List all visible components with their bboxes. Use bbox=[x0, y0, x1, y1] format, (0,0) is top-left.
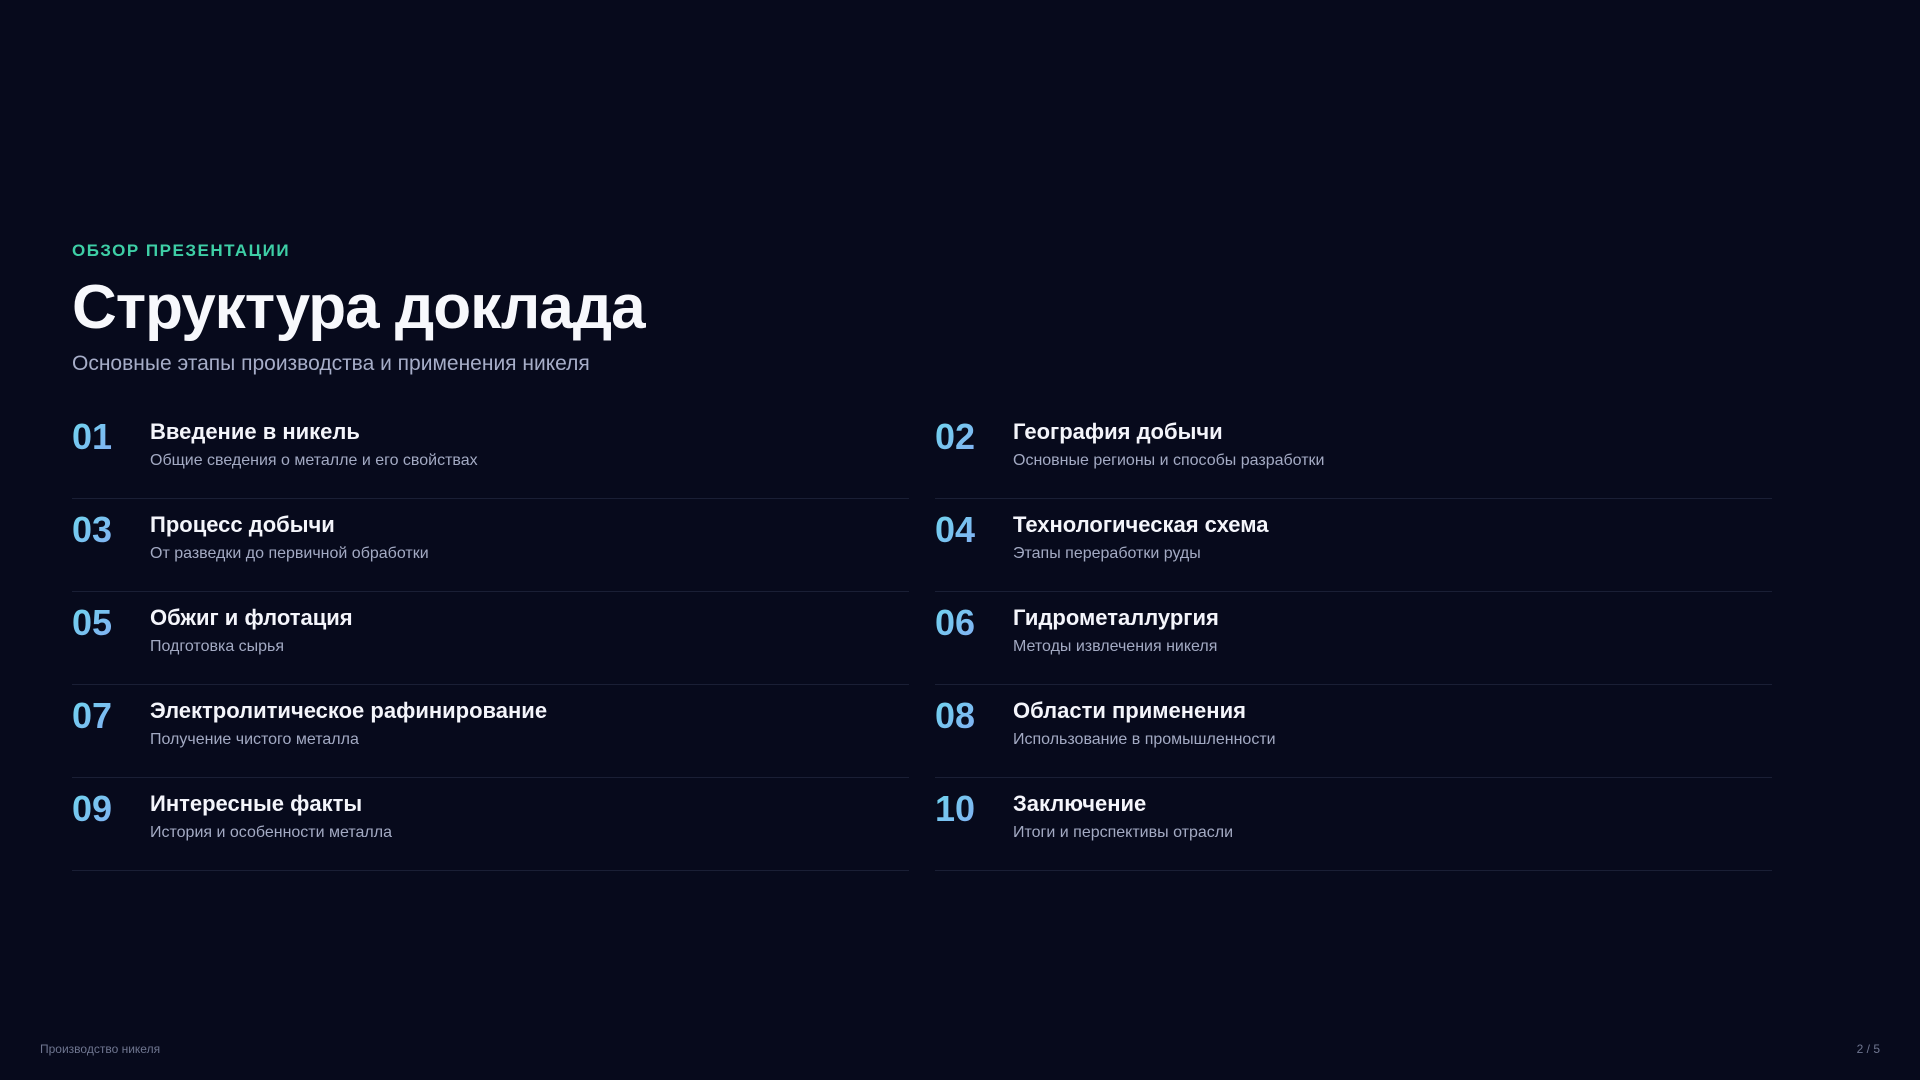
agenda-item: 05 Обжиг и флотация Подготовка сырья bbox=[72, 592, 909, 685]
agenda-item-number: 03 bbox=[72, 509, 150, 551]
page-title: Структура доклада bbox=[72, 273, 646, 342]
agenda-item-title: Гидрометаллургия bbox=[1013, 605, 1219, 630]
agenda-item-title: Технологическая схема bbox=[1013, 512, 1269, 537]
agenda-item: 08 Области применения Использование в пр… bbox=[935, 685, 1772, 778]
agenda-item-number: 04 bbox=[935, 509, 1013, 551]
agenda-item-number: 05 bbox=[72, 602, 150, 644]
agenda-item-number: 08 bbox=[935, 695, 1013, 737]
agenda-item: 02 География добычи Основные регионы и с… bbox=[935, 406, 1772, 499]
agenda-item-title: География добычи bbox=[1013, 419, 1223, 444]
agenda-item-description: Итоги и перспективы отрасли bbox=[1013, 824, 1234, 841]
agenda-item-text: Интересные факты История и особенности м… bbox=[150, 788, 392, 843]
agenda-item-text: Гидрометаллургия Методы извлечения никел… bbox=[1013, 602, 1219, 657]
agenda-item-number: 01 bbox=[72, 416, 150, 458]
agenda-item-description: Методы извлечения никеля bbox=[1013, 638, 1218, 655]
agenda-item: 01 Введение в никель Общие сведения о ме… bbox=[72, 406, 909, 499]
agenda-item-description: Основные регионы и способы разработки bbox=[1013, 452, 1325, 469]
agenda-item: 03 Процесс добычи От разведки до первичн… bbox=[72, 499, 909, 592]
agenda-item-title: Введение в никель bbox=[150, 419, 360, 444]
agenda-item-text: Обжиг и флотация Подготовка сырья bbox=[150, 602, 353, 657]
agenda-item-title: Процесс добычи bbox=[150, 512, 335, 537]
agenda-item-description: Использование в промышленности bbox=[1013, 731, 1276, 748]
agenda-item-description: Подготовка сырья bbox=[150, 638, 285, 655]
agenda-item-text: Введение в никель Общие сведения о метал… bbox=[150, 416, 478, 471]
agenda-item-description: История и особенности металла bbox=[150, 824, 392, 841]
slide: ОБЗОР ПРЕЗЕНТАЦИИ Структура доклада Осно… bbox=[0, 0, 1920, 1080]
footer-page-number: 2 / 5 bbox=[1856, 1042, 1880, 1056]
page-subtitle: Основные этапы производства и применения… bbox=[72, 352, 590, 375]
agenda-item: 09 Интересные факты История и особенност… bbox=[72, 778, 909, 871]
agenda-item: 04 Технологическая схема Этапы переработ… bbox=[935, 499, 1772, 592]
agenda-item-title: Обжиг и флотация bbox=[150, 605, 353, 630]
agenda-item-description: От разведки до первичной обработки bbox=[150, 545, 429, 562]
agenda-item-text: Заключение Итоги и перспективы отрасли bbox=[1013, 788, 1233, 843]
eyebrow-label: ОБЗОР ПРЕЗЕНТАЦИИ bbox=[72, 241, 291, 260]
agenda-item: 06 Гидрометаллургия Методы извлечения ни… bbox=[935, 592, 1772, 685]
agenda-item-text: Процесс добычи От разведки до первичной … bbox=[150, 509, 429, 564]
agenda-item-title: Интересные факты bbox=[150, 791, 363, 816]
agenda-item-number: 07 bbox=[72, 695, 150, 737]
agenda-item-description: Получение чистого металла bbox=[150, 731, 359, 748]
slide-content: ОБЗОР ПРЕЗЕНТАЦИИ Структура доклада Осно… bbox=[72, 240, 1772, 871]
agenda-item-text: География добычи Основные регионы и спос… bbox=[1013, 416, 1324, 471]
agenda-item-title: Электролитическое рафинирование bbox=[150, 698, 548, 723]
footer-presentation-title: Производство никеля bbox=[40, 1042, 161, 1056]
agenda-item-number: 02 bbox=[935, 416, 1013, 458]
agenda-item-title: Заключение bbox=[1013, 791, 1147, 816]
agenda-item: 10 Заключение Итоги и перспективы отрасл… bbox=[935, 778, 1772, 871]
agenda-item-number: 10 bbox=[935, 788, 1013, 830]
agenda-item: 07 Электролитическое рафинирование Получ… bbox=[72, 685, 909, 778]
agenda-item-number: 06 bbox=[935, 602, 1013, 644]
agenda-item-title: Области применения bbox=[1013, 698, 1246, 723]
agenda-item-number: 09 bbox=[72, 788, 150, 830]
agenda-grid: 01 Введение в никель Общие сведения о ме… bbox=[72, 406, 1772, 871]
agenda-item-description: Общие сведения о металле и его свойствах bbox=[150, 452, 478, 469]
agenda-item-text: Электролитическое рафинирование Получени… bbox=[150, 695, 547, 750]
agenda-item-text: Области применения Использование в промы… bbox=[1013, 695, 1276, 750]
agenda-item-description: Этапы переработки руды bbox=[1013, 545, 1201, 562]
agenda-item-text: Технологическая схема Этапы переработки … bbox=[1013, 509, 1268, 564]
